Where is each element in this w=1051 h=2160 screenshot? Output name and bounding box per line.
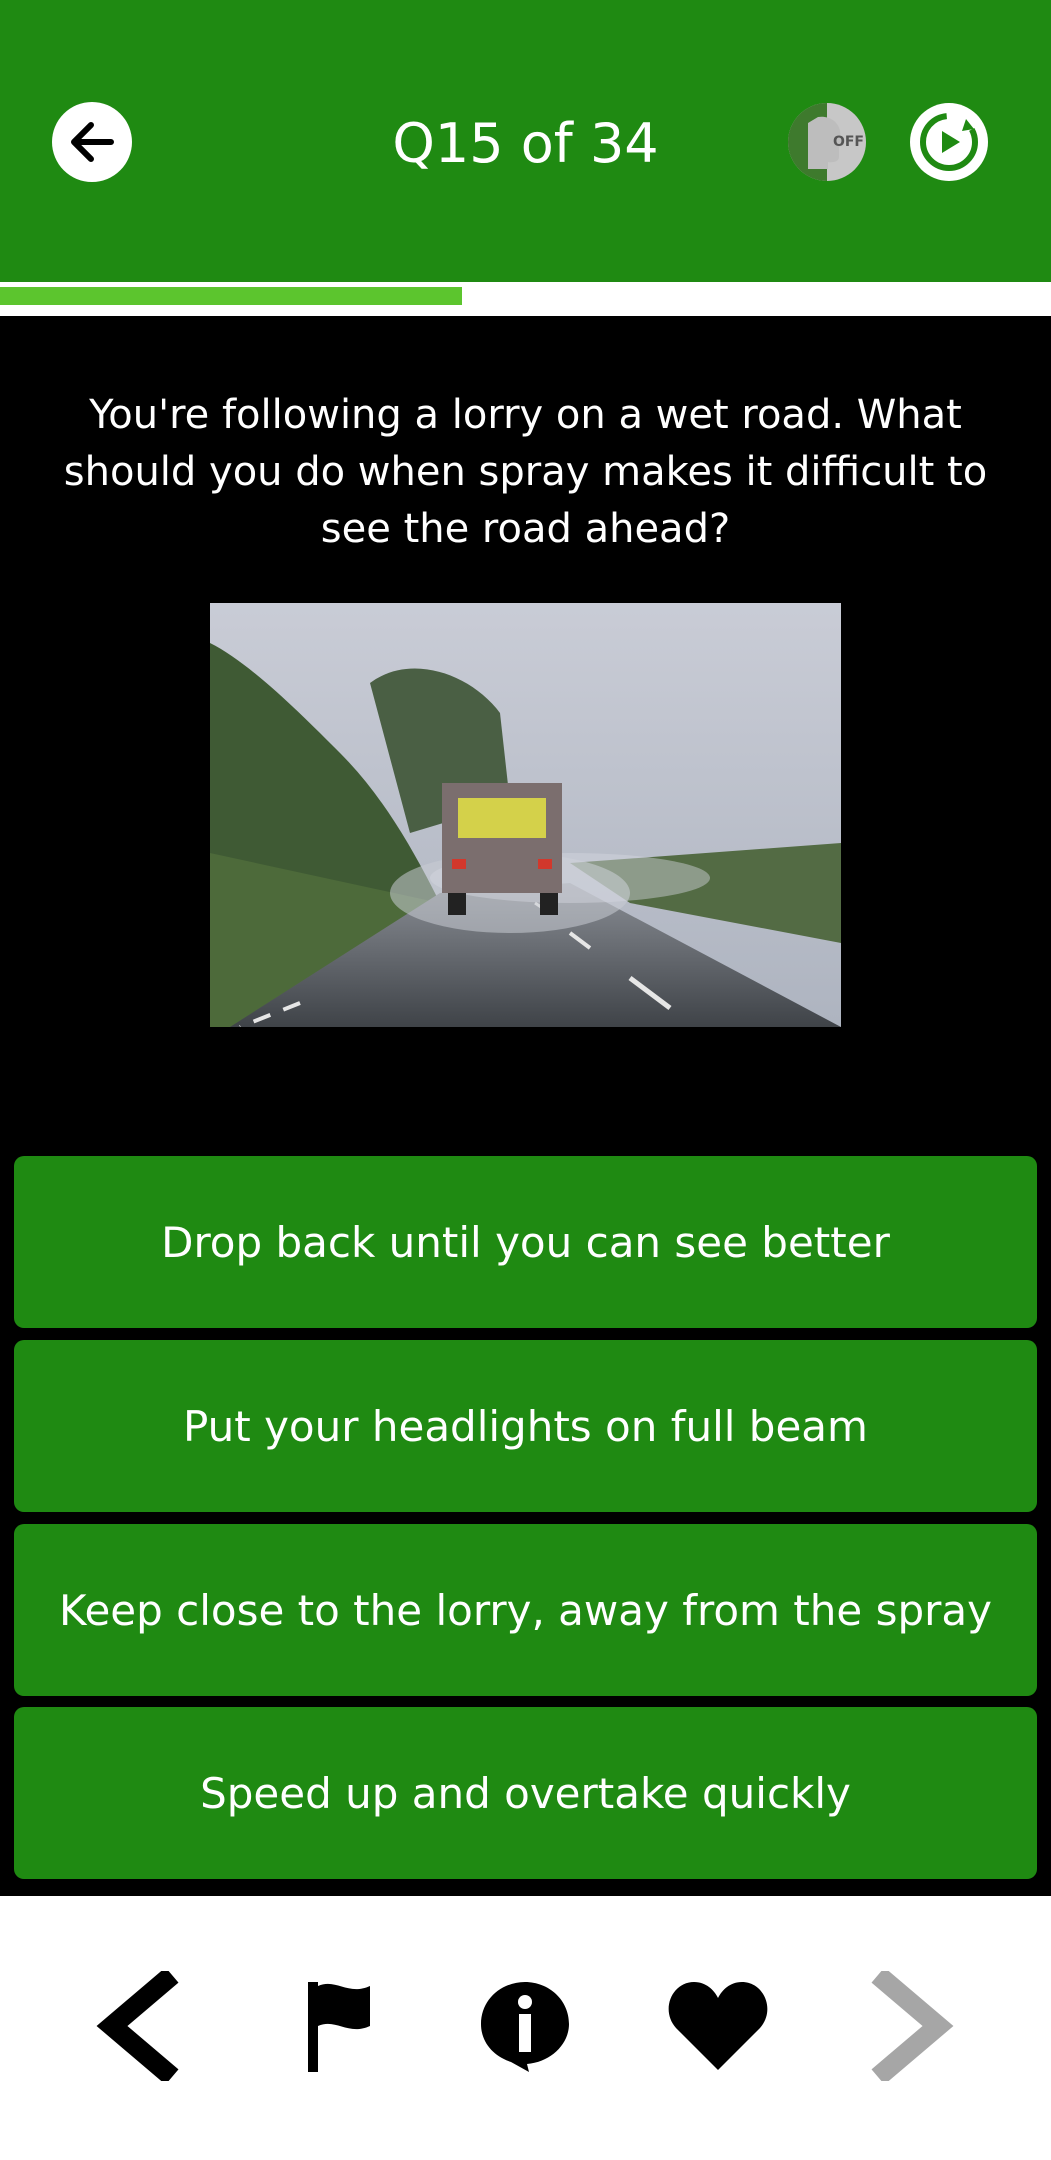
info-button[interactable] [465, 1966, 585, 2086]
answer-option-4[interactable]: Speed up and overtake quickly [14, 1707, 1037, 1879]
question-text: You're following a lorry on a wet road. … [63, 392, 988, 552]
flag-question-button[interactable] [276, 1966, 396, 2086]
next-question-button[interactable] [850, 1966, 970, 2086]
voice-toggle-label: OFF [832, 134, 864, 150]
favorite-button[interactable] [658, 1966, 778, 2086]
heart-icon [668, 1982, 768, 2070]
previous-question-button[interactable] [80, 1966, 200, 2086]
question-image [210, 603, 841, 1027]
refresh-icon [920, 113, 978, 171]
flag-icon [308, 1982, 370, 2072]
progress-fill [0, 287, 462, 305]
answer-option-3[interactable]: Keep close to the lorry, away from the s… [14, 1524, 1037, 1696]
chevron-left-icon [96, 1971, 179, 2081]
progress-bar [0, 282, 1051, 316]
chevron-right-icon [871, 1971, 954, 2081]
answer-option-1[interactable]: Drop back until you can see better [14, 1156, 1037, 1328]
info-icon [481, 1982, 569, 2072]
refresh-button[interactable] [910, 103, 988, 181]
header-bar: Q15 of 34 OFF [0, 0, 1051, 282]
page-title: Q15 of 34 [392, 112, 659, 175]
voice-toggle-button[interactable]: OFF [788, 103, 866, 181]
answer-option-2[interactable]: Put your headlights on full beam [14, 1340, 1037, 1512]
